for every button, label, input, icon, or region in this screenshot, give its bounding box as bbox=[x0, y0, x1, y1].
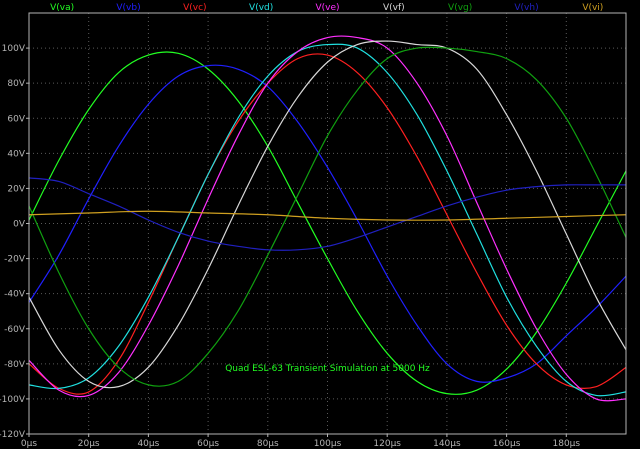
x-tick-label: 40µs bbox=[137, 439, 159, 449]
x-tick-label: 80µs bbox=[257, 439, 279, 449]
x-tick-label: 60µs bbox=[197, 439, 219, 449]
y-tick-label: -120V bbox=[0, 430, 26, 440]
legend-item-vva[interactable]: V(va) bbox=[50, 3, 74, 13]
legend-item-vvi[interactable]: V(vi) bbox=[582, 3, 603, 13]
y-tick-label: 20V bbox=[7, 184, 25, 194]
chart-background bbox=[0, 0, 640, 449]
legend-item-vvf[interactable]: V(vf) bbox=[383, 3, 405, 13]
legend-item-vvh[interactable]: V(vh) bbox=[514, 3, 538, 13]
y-tick-label: 0V bbox=[13, 220, 26, 230]
y-tick-label: -80V bbox=[4, 360, 26, 370]
x-tick-label: 140µs bbox=[433, 439, 461, 449]
legend-item-vve[interactable]: V(ve) bbox=[315, 3, 339, 13]
legend-item-vvd[interactable]: V(vd) bbox=[249, 3, 273, 13]
y-tick-label: 40V bbox=[7, 149, 25, 159]
legend-item-vvb[interactable]: V(vb) bbox=[116, 3, 140, 13]
y-tick-label: 100V bbox=[2, 44, 26, 54]
x-tick-label: 20µs bbox=[78, 439, 100, 449]
x-tick-label: 160µs bbox=[493, 439, 521, 449]
y-tick-label: -20V bbox=[4, 255, 26, 265]
chart-annotation: Quad ESL-63 Transient Simulation at 5000… bbox=[225, 364, 430, 374]
legend-item-vvc[interactable]: V(vc) bbox=[183, 3, 206, 13]
y-tick-label: -100V bbox=[0, 395, 26, 405]
legend[interactable]: V(va) V(vb) V(vc) V(vd) V(ve) V(vf) V(vg) V(vh)… bbox=[50, 3, 603, 13]
legend-item-vvg[interactable]: V(vg) bbox=[448, 3, 472, 13]
y-tick-label: -40V bbox=[4, 290, 26, 300]
x-tick-label: 0µs bbox=[21, 439, 37, 449]
x-tick-label: 120µs bbox=[373, 439, 401, 449]
x-tick-label: 100µs bbox=[314, 439, 342, 449]
transient-simulation-chart[interactable]: 0µs 20µs 40µs 60µs 80µs 100µs 120µs 140µs 160µs 1… bbox=[0, 0, 640, 449]
x-tick-label: 180µs bbox=[553, 439, 581, 449]
y-tick-label: 80V bbox=[7, 79, 25, 89]
y-tick-label: -60V bbox=[4, 325, 26, 335]
y-tick-label: 60V bbox=[7, 114, 25, 124]
